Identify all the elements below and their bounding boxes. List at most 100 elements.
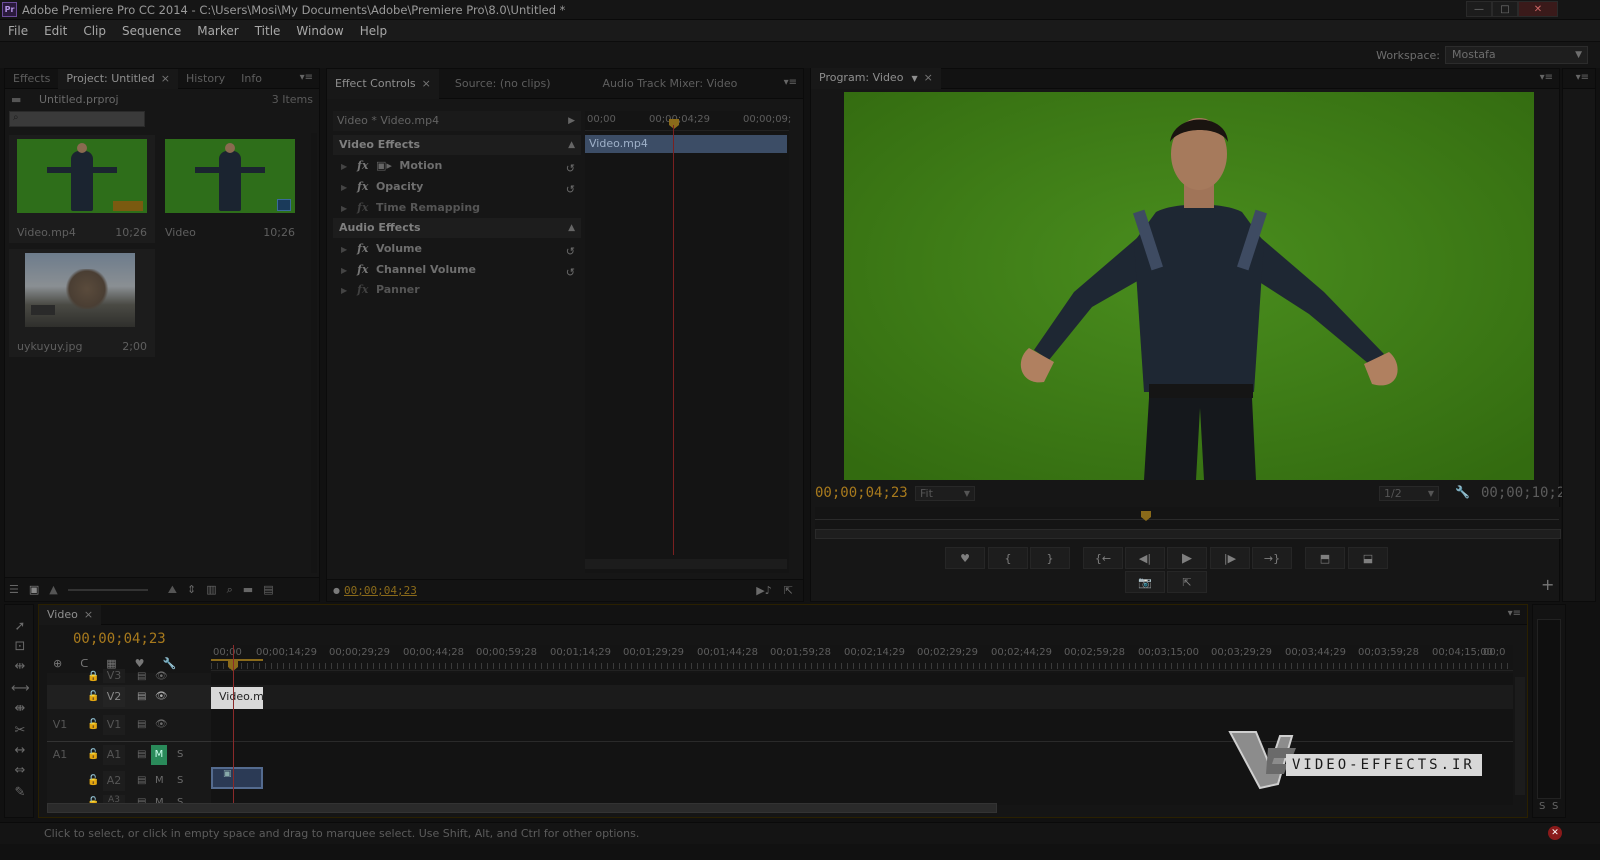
close-icon[interactable]: ×: [161, 72, 170, 85]
work-area-bar[interactable]: [211, 659, 263, 661]
sync-lock-icon[interactable]: ▤: [137, 687, 146, 707]
menu-file[interactable]: File: [0, 20, 36, 42]
sync-lock-icon[interactable]: ▤: [137, 771, 146, 791]
mark-in-button[interactable]: {: [988, 547, 1028, 569]
list-view-icon[interactable]: ☰: [9, 583, 19, 596]
timeline-ruler[interactable]: 00;00 00;00;14;29 00;00;29;29 00;00;44;2…: [211, 645, 1513, 671]
snap-icon[interactable]: ⊕: [53, 657, 62, 670]
menu-edit[interactable]: Edit: [36, 20, 75, 42]
expand-triangle-icon[interactable]: ▶: [341, 245, 347, 254]
mute-a1-button[interactable]: M: [151, 745, 167, 765]
fx-icon[interactable]: fx: [357, 263, 368, 276]
close-icon[interactable]: ×: [84, 608, 93, 621]
lock-icon[interactable]: 🔒: [87, 667, 99, 687]
icon-view-icon[interactable]: ▣: [29, 583, 39, 596]
minimize-button[interactable]: —: [1466, 1, 1492, 17]
tab-sequence-video[interactable]: Video ×: [39, 604, 102, 625]
effect-clip-bar[interactable]: Video.mp4: [585, 135, 787, 153]
tab-info[interactable]: Info: [233, 69, 270, 89]
timeline-horizontal-scrollbar[interactable]: [47, 803, 997, 813]
collapse-icon[interactable]: ▲: [568, 218, 575, 238]
tab-history[interactable]: History: [178, 69, 233, 89]
effect-panner[interactable]: ▶ fx Panner: [333, 280, 581, 300]
panel-menu-icon[interactable]: ▾≡: [784, 77, 797, 88]
zoom-select[interactable]: Fit ▼: [915, 486, 975, 501]
step-back-button[interactable]: ◀|: [1125, 547, 1165, 569]
playhead-icon[interactable]: [669, 119, 679, 129]
fx-icon[interactable]: fx: [357, 180, 368, 193]
expand-triangle-icon[interactable]: ▶: [341, 286, 347, 295]
track-v1-label[interactable]: V1: [103, 715, 125, 735]
zoom-in-icon[interactable]: ⛰: [168, 583, 177, 597]
mute-a2-button[interactable]: M: [155, 771, 164, 791]
effect-time-remapping[interactable]: ▶ fx Time Remapping: [333, 198, 581, 218]
project-item-image[interactable]: uykuyuy.jpg 2;00: [9, 249, 155, 357]
panel-menu-icon[interactable]: ▾≡: [1540, 72, 1553, 83]
expand-triangle-icon[interactable]: ▶: [341, 183, 347, 192]
panel-menu-icon[interactable]: ▾≡: [1576, 72, 1589, 83]
new-item-icon[interactable]: ▤: [263, 583, 273, 596]
track-a2-label[interactable]: A2: [103, 771, 125, 791]
menu-window[interactable]: Window: [288, 20, 351, 42]
track-v3-label[interactable]: V3: [103, 669, 125, 683]
v2-clip[interactable]: Video.m: [211, 687, 264, 709]
a2-clip[interactable]: ▣: [211, 767, 263, 789]
find-icon[interactable]: ⌕: [227, 583, 233, 597]
close-icon[interactable]: ×: [924, 71, 933, 84]
project-item-video-mp4[interactable]: Video.mp4 10;26: [9, 135, 155, 243]
lift-button[interactable]: ⬒: [1305, 547, 1345, 569]
rolling-edit-tool-icon[interactable]: ⟷: [11, 681, 30, 697]
play-button[interactable]: ▶: [1167, 547, 1207, 569]
maximize-button[interactable]: □: [1492, 1, 1518, 17]
tab-effects[interactable]: Effects: [5, 69, 58, 89]
add-marker-icon[interactable]: ▦: [106, 657, 116, 670]
track-v2-header[interactable]: [47, 685, 211, 709]
tab-effect-controls[interactable]: Effect Controls ×: [327, 68, 439, 99]
fx-icon[interactable]: fx: [357, 201, 368, 214]
reset-icon[interactable]: ↺: [566, 242, 575, 262]
lock-icon[interactable]: 🔓: [87, 771, 99, 791]
project-scrollbar[interactable]: [311, 133, 317, 573]
menu-clip[interactable]: Clip: [75, 20, 114, 42]
tab-program[interactable]: Program: Video ▼ ×: [811, 68, 941, 89]
sync-lock-icon[interactable]: ▤: [137, 667, 146, 687]
panel-menu-icon[interactable]: ▾≡: [300, 72, 313, 83]
effect-scrollbar[interactable]: [585, 559, 787, 569]
button-editor-button[interactable]: ⇱: [1167, 571, 1207, 593]
collapse-icon[interactable]: ▲: [568, 135, 575, 155]
track-v2-label[interactable]: V2: [103, 687, 125, 707]
tab-audio-track-mixer[interactable]: Audio Track Mixer: Video: [595, 69, 746, 99]
program-zoom-scrollbar[interactable]: [815, 529, 1561, 539]
reset-icon[interactable]: ↺: [566, 180, 575, 200]
selection-tool-icon[interactable]: ➚: [11, 619, 29, 635]
add-marker-button[interactable]: ♥: [945, 547, 985, 569]
v2-lane[interactable]: [211, 685, 1513, 709]
project-item-video-sequence[interactable]: Video 10;26: [157, 135, 303, 243]
go-to-in-button[interactable]: {←: [1083, 547, 1123, 569]
effect-timecode[interactable]: 00;00;04;23: [344, 584, 417, 597]
chevron-down-icon[interactable]: ▼: [911, 74, 917, 83]
export-frame-button[interactable]: 📷: [1125, 571, 1165, 593]
panel-menu-icon[interactable]: ▾≡: [1508, 608, 1521, 619]
new-bin-icon[interactable]: ▬: [243, 583, 253, 596]
close-icon[interactable]: ×: [422, 77, 431, 90]
workspace-select[interactable]: Mostafa ▼: [1445, 46, 1588, 64]
lock-icon[interactable]: 🔓: [87, 687, 99, 707]
fx-icon[interactable]: fx: [357, 242, 368, 255]
source-v1-label[interactable]: V1: [49, 715, 71, 735]
solo-a2-button[interactable]: S: [177, 771, 183, 791]
mark-out-button[interactable]: }: [1030, 547, 1070, 569]
rate-stretch-tool-icon[interactable]: ⇼: [11, 701, 29, 717]
program-current-timecode[interactable]: 00;00;04;23: [815, 485, 908, 501]
expand-triangle-icon[interactable]: ▶: [341, 266, 347, 275]
slip-tool-icon[interactable]: ↔: [11, 743, 29, 759]
resolution-select[interactable]: 1/2 ▼: [1379, 486, 1439, 501]
extract-button[interactable]: ⬓: [1348, 547, 1388, 569]
solo-a1-button[interactable]: S: [177, 745, 183, 765]
error-icon[interactable]: ✕: [1548, 826, 1562, 840]
lock-icon[interactable]: 🔓: [87, 715, 99, 735]
effect-opacity[interactable]: ▶ fx Opacity ↺: [333, 177, 581, 197]
pen-tool-icon[interactable]: ✎: [11, 785, 29, 801]
eye-icon[interactable]: 👁: [155, 687, 168, 707]
wrench-icon[interactable]: 🔧: [1455, 485, 1470, 499]
